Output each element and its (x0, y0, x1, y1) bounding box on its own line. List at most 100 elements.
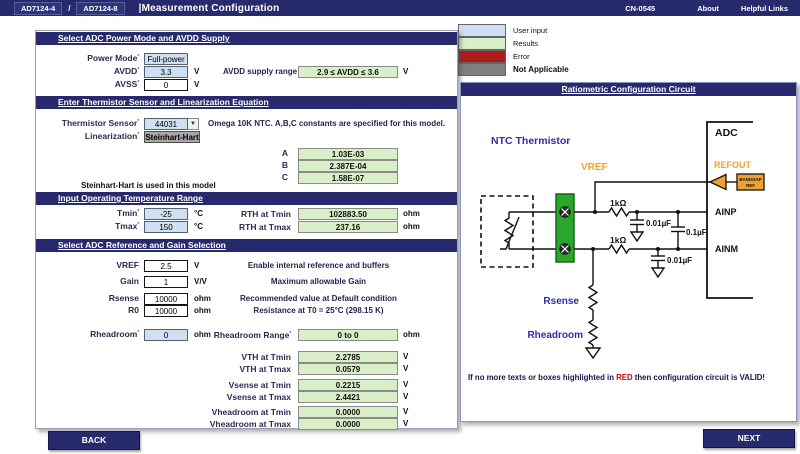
thermistor-sensor-dropdown[interactable]: 44031 ▼ (144, 118, 199, 130)
gain-note: Maximum allowable Gain (201, 277, 436, 286)
error-swatch (458, 50, 506, 63)
rth-tmin-unit: ohm (403, 209, 420, 218)
rth-tmin-label: RTH at Tmin (148, 209, 291, 219)
tmax-label: Tmax (36, 221, 139, 231)
power-mode-input[interactable] (144, 53, 188, 65)
adc-label: ADC (715, 127, 738, 139)
vref-wire-label: VREF (581, 162, 608, 173)
ratiometric-circuit-diagram: BANDGAP REF NTC Thermistor VREF ADC REFO… (461, 96, 794, 368)
helpful-links[interactable]: Helpful Links (741, 4, 788, 13)
vref-unit: V (194, 261, 199, 270)
results-swatch (458, 37, 506, 50)
avdd-range-unit: V (403, 67, 408, 76)
top-bar: AD7124-4 / AD7124-8 |Measurement Configu… (0, 0, 800, 16)
vth-tmin-unit: V (403, 352, 408, 361)
user-input-swatch (458, 24, 506, 37)
capacitor-ainp (630, 212, 644, 241)
refout-buffer-icon (710, 175, 726, 190)
capacitor-diff (671, 212, 685, 249)
cap2-label: 0.1µF (686, 228, 707, 237)
section-header-reference: Select ADC Reference and Gain Selection (36, 239, 457, 252)
r0-input[interactable] (144, 305, 188, 317)
not-applicable-swatch (458, 63, 506, 76)
rsense-input[interactable] (144, 293, 188, 305)
doc-number-link[interactable]: CN-0545 (625, 4, 655, 13)
linearization-value[interactable]: Steinhart-Hart (144, 131, 200, 143)
vth-tmin-label: VTH at Tmin (148, 352, 291, 362)
resistor2-label: 1kΩ (610, 235, 626, 245)
rsense-rheadroom-chain (586, 249, 600, 358)
section-header-temperature: Input Operating Temperature Range (36, 192, 457, 205)
sensor-note: Omega 10K NTC. A,B,C constants are speci… (208, 119, 445, 128)
legend-label: Results (513, 39, 538, 48)
vheadroom-tmin-label: Vheadroom at Tmin (148, 407, 291, 417)
vsense-tmin-label: Vsense at Tmin (148, 380, 291, 390)
tab-ad7124-4[interactable]: AD7124-4 (14, 2, 62, 15)
about-link[interactable]: About (697, 4, 719, 13)
vsense-tmin-unit: V (403, 380, 408, 389)
thermistor-sensor-value: 44031 (144, 118, 188, 130)
cap1-label: 0.01µF (646, 219, 671, 228)
bandgap-label-line2: REF (746, 183, 755, 188)
resistor1-label: 1kΩ (610, 198, 626, 208)
capacitor-ainm (651, 249, 665, 277)
coeff-a-result: 1.03E-03 (298, 148, 398, 160)
avdd-unit: V (194, 67, 199, 76)
dropdown-arrow-icon[interactable]: ▼ (188, 118, 199, 130)
signal-wires (574, 182, 737, 253)
vref-input[interactable] (144, 260, 188, 272)
tab-ad7124-8[interactable]: AD7124-8 (76, 2, 124, 15)
legend-user-input: User input (458, 24, 569, 37)
avdd-input[interactable] (144, 66, 188, 78)
tmin-label: Tmin (36, 208, 139, 218)
color-legend: User input Results Error Not Applicable (458, 24, 569, 76)
junction-dots (591, 210, 680, 251)
thermistor-sensor-label: Thermistor Sensor (36, 118, 139, 128)
validity-note-text2: then configuration circuit is VALID! (633, 373, 765, 382)
avss-input[interactable] (144, 79, 188, 91)
vsense-tmin-result: 0.2215 (298, 379, 398, 391)
r0-label: R0 (36, 305, 139, 315)
avss-label: AVSS (36, 79, 139, 89)
model-note: Steinhart-Hart is used in this model (81, 181, 216, 190)
back-button[interactable]: BACK (48, 431, 140, 450)
ntc-thermistor-label: NTC Thermistor (491, 135, 570, 147)
avdd-range-result: 2.9 ≤ AVDD ≤ 3.6 (298, 66, 398, 78)
coeff-b-result: 2.387E-04 (298, 160, 398, 172)
vheadroom-tmin-result: 0.0000 (298, 406, 398, 418)
linearization-label: Linearization (36, 131, 139, 141)
coeff-c-result: 1.58E-07 (298, 172, 398, 184)
legend-label: Not Applicable (513, 65, 569, 74)
rheadroom-label: Rheadroom (36, 329, 139, 339)
vsense-tmax-label: Vsense at Tmax (148, 392, 291, 402)
rheadroom-circuit-label: Rheadroom (527, 330, 583, 341)
vheadroom-tmin-unit: V (403, 407, 408, 416)
vref-label: VREF (36, 260, 139, 270)
page-title: |Measurement Configuration (139, 3, 280, 14)
rth-tmax-result: 237.16 (298, 221, 398, 233)
circuit-panel-header: Ratiometric Configuration Circuit (461, 83, 796, 96)
gain-label: Gain (36, 276, 139, 286)
legend-label: Error (513, 52, 530, 61)
section-header-power: Select ADC Power Mode and AVDD Supply (36, 32, 457, 45)
vth-tmin-result: 2.2785 (298, 351, 398, 363)
rth-tmax-unit: ohm (403, 222, 420, 231)
vheadroom-tmax-unit: V (403, 419, 408, 428)
r0-note: Resistance at T0 = 25°C (298.15 K) (201, 306, 436, 315)
coeff-b-label: B (171, 160, 288, 170)
circuit-panel: Ratiometric Configuration Circuit (460, 82, 797, 422)
rheadroom-range-label: Rheadroom Range (148, 330, 291, 340)
refout-pin-label: REFOUT (714, 160, 752, 170)
vsense-tmax-result: 2.4421 (298, 391, 398, 403)
bandgap-label-line1: BANDGAP (739, 177, 761, 182)
vref-note: Enable internal reference and buffers (201, 261, 436, 270)
gain-input[interactable] (144, 276, 188, 288)
vth-tmax-unit: V (403, 364, 408, 373)
vheadroom-tmax-result: 0.0000 (298, 418, 398, 430)
legend-label: User input (513, 26, 547, 35)
cap3-label: 0.01µF (667, 256, 692, 265)
rsense-note: Recommended value at Default condition (201, 294, 436, 303)
rheadroom-range-unit: ohm (403, 330, 420, 339)
ainp-pin-label: AINP (715, 207, 737, 217)
next-button[interactable]: NEXT (703, 429, 795, 448)
